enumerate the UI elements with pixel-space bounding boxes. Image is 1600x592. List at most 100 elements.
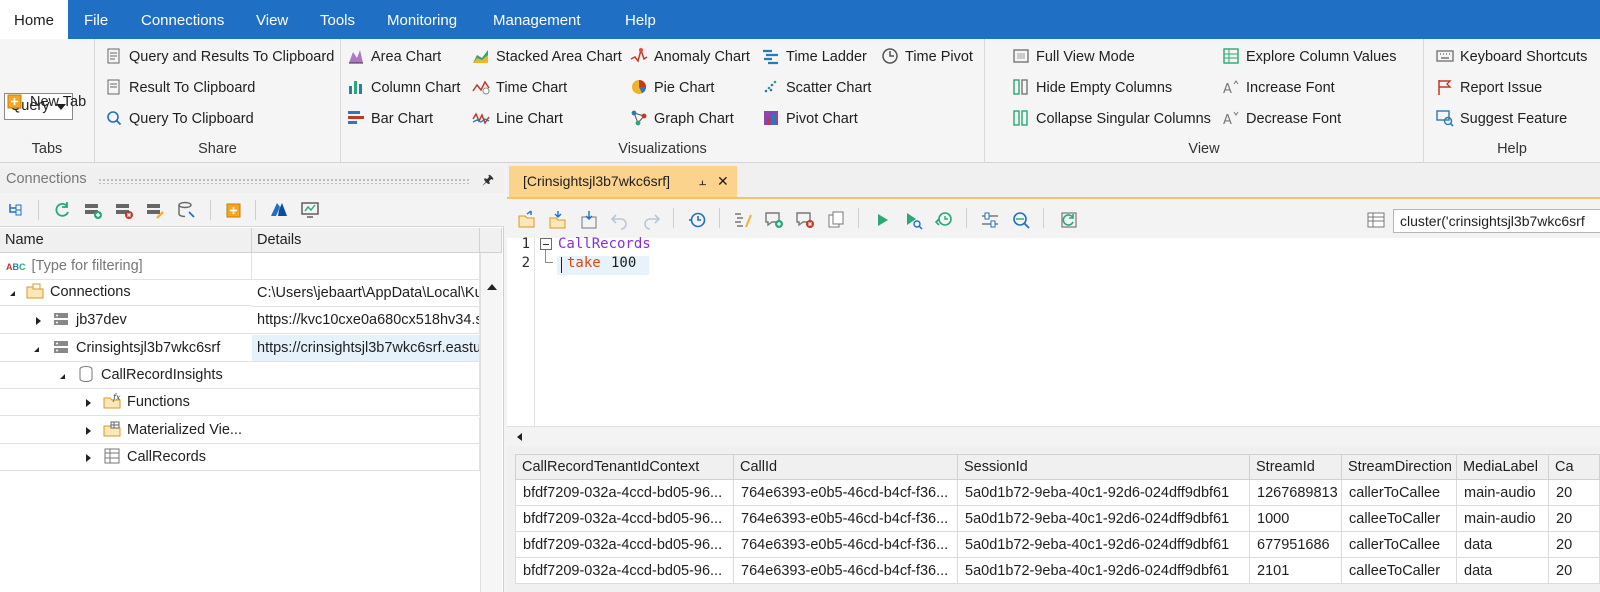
expander-open-icon[interactable]: [10, 291, 15, 296]
time-chart-button[interactable]: Time Chart: [472, 75, 567, 101]
area-chart-button[interactable]: Area Chart: [347, 44, 441, 70]
result-cell[interactable]: 20: [1549, 532, 1600, 558]
keyboard-shortcuts-button[interactable]: Keyboard Shortcuts: [1436, 44, 1587, 70]
result-cell[interactable]: 764e6393-e0b5-46cd-b4cf-f36...: [734, 532, 958, 558]
edit-connection-icon[interactable]: [145, 200, 165, 220]
remove-connection-icon[interactable]: [114, 200, 134, 220]
result-cell[interactable]: 764e6393-e0b5-46cd-b4cf-f36...: [734, 558, 958, 584]
tree-node-database[interactable]: CallRecordInsights: [0, 362, 252, 389]
query-analyzer-icon[interactable]: [1011, 210, 1031, 230]
monitor-icon[interactable]: [300, 200, 320, 220]
result-cell[interactable]: calleeToCaller: [1342, 558, 1457, 584]
tree-node-functions[interactable]: fx Functions: [0, 389, 252, 416]
result-cell[interactable]: 677951686: [1250, 532, 1342, 558]
filter-details-cell[interactable]: [252, 253, 480, 280]
tab-close-icon[interactable]: ✕: [717, 166, 729, 197]
result-cell[interactable]: 5a0d1b72-9eba-40c1-92d6-024dff9dbf61: [958, 480, 1250, 506]
result-cell[interactable]: 764e6393-e0b5-46cd-b4cf-f36...: [734, 506, 958, 532]
column-header-name[interactable]: Name: [0, 228, 252, 253]
run-query-preview-icon[interactable]: [903, 210, 923, 230]
refresh-icon[interactable]: [52, 200, 72, 220]
result-cell[interactable]: data: [1457, 558, 1549, 584]
expander-open-icon[interactable]: [60, 374, 65, 379]
query-editor[interactable]: 1 2 CallRecords take 100: [507, 236, 1600, 426]
result-column-header[interactable]: SessionId: [958, 454, 1250, 480]
expander-closed-icon[interactable]: [36, 317, 41, 325]
editor-horizontal-scrollbar[interactable]: [507, 426, 1600, 446]
connection-properties-icon[interactable]: [176, 200, 196, 220]
result-cell[interactable]: calleeToCaller: [1342, 506, 1457, 532]
format-query-icon[interactable]: [733, 210, 753, 230]
pie-chart-button[interactable]: Pie Chart: [630, 75, 714, 101]
line-chart-button[interactable]: Line Chart: [472, 106, 563, 132]
bar-chart-button[interactable]: Bar Chart: [347, 106, 433, 132]
menu-tools[interactable]: Tools: [308, 0, 367, 39]
recall-results-icon[interactable]: [934, 210, 954, 230]
remove-comment-icon[interactable]: [795, 210, 815, 230]
result-cell[interactable]: bfdf7209-032a-4ccd-bd05-96...: [515, 480, 734, 506]
anomaly-chart-button[interactable]: Anomaly Chart: [630, 44, 750, 70]
copy-icon[interactable]: [826, 210, 846, 230]
pivot-chart-button[interactable]: Pivot Chart: [762, 106, 858, 132]
add-comment-icon[interactable]: [764, 210, 784, 230]
history-icon[interactable]: [687, 210, 707, 230]
result-cell[interactable]: bfdf7209-032a-4ccd-bd05-96...: [515, 558, 734, 584]
query-parameters-icon[interactable]: [980, 210, 1000, 230]
scroll-up-icon[interactable]: [487, 284, 497, 290]
decrease-font-button[interactable]: A Decrease Font: [1222, 106, 1341, 132]
menu-file[interactable]: File: [72, 0, 120, 39]
result-cell[interactable]: 5a0d1b72-9eba-40c1-92d6-024dff9dbf61: [958, 532, 1250, 558]
expander-closed-icon[interactable]: [86, 454, 91, 462]
filter-row[interactable]: ABC [Type for filtering]: [0, 253, 252, 280]
suggest-feature-button[interactable]: Suggest Feature: [1436, 106, 1567, 132]
menu-management[interactable]: Management: [481, 0, 593, 39]
result-column-header[interactable]: CallId: [734, 454, 958, 480]
azure-icon[interactable]: [269, 200, 289, 220]
result-cell[interactable]: data: [1457, 532, 1549, 558]
add-connection-icon[interactable]: [83, 200, 103, 220]
result-column-header[interactable]: StreamId: [1250, 454, 1342, 480]
graph-chart-button[interactable]: Graph Chart: [630, 106, 734, 132]
query-tab[interactable]: [Crinsightsjl3b7wkc6srf] ⫠ ✕: [509, 166, 737, 197]
new-tab-button[interactable]: New Tab: [6, 89, 86, 115]
result-cell[interactable]: 1267689813: [1250, 480, 1342, 506]
result-cell[interactable]: 5a0d1b72-9eba-40c1-92d6-024dff9dbf61: [958, 558, 1250, 584]
report-issue-button[interactable]: Report Issue: [1436, 75, 1542, 101]
result-cell[interactable]: bfdf7209-032a-4ccd-bd05-96...: [515, 506, 734, 532]
result-cell[interactable]: 5a0d1b72-9eba-40c1-92d6-024dff9dbf61: [958, 506, 1250, 532]
menu-monitoring[interactable]: Monitoring: [375, 0, 469, 39]
query-and-results-to-clipboard-button[interactable]: Query and Results To Clipboard: [105, 44, 334, 70]
scroll-left-icon[interactable]: [517, 433, 522, 441]
result-column-header[interactable]: CallRecordTenantIdContext: [515, 454, 734, 480]
result-column-header[interactable]: StreamDirection: [1342, 454, 1457, 480]
tab-pin-icon[interactable]: ⫠: [699, 166, 706, 197]
result-to-clipboard-button[interactable]: Result To Clipboard: [105, 75, 255, 101]
run-query-icon[interactable]: [872, 210, 892, 230]
expander-closed-icon[interactable]: [86, 427, 91, 435]
collapse-singular-columns-button[interactable]: Collapse Singular Columns: [1012, 106, 1211, 132]
column-chart-button[interactable]: Column Chart: [347, 75, 460, 101]
cluster-scope-input[interactable]: cluster('crinsightsjl3b7wkc6srf: [1393, 209, 1600, 233]
tree-node-connections[interactable]: Connections: [0, 279, 252, 306]
fold-collapse-icon[interactable]: [540, 238, 552, 250]
full-view-mode-button[interactable]: Full View Mode: [1012, 44, 1135, 70]
time-pivot-button[interactable]: Time Pivot: [881, 44, 973, 70]
scatter-chart-button[interactable]: Scatter Chart: [762, 75, 871, 101]
stacked-area-chart-button[interactable]: Stacked Area Chart: [472, 44, 622, 70]
result-cell[interactable]: 764e6393-e0b5-46cd-b4cf-f36...: [734, 480, 958, 506]
save-icon[interactable]: [548, 210, 568, 230]
query-to-clipboard-button[interactable]: Query To Clipboard: [105, 106, 254, 132]
new-query-tab-icon[interactable]: [224, 200, 244, 220]
menu-connections[interactable]: Connections: [129, 0, 236, 39]
open-file-icon[interactable]: [517, 210, 537, 230]
menu-help[interactable]: Help: [613, 0, 668, 39]
tree-node-callrecords-table[interactable]: CallRecords: [0, 444, 252, 471]
tree-node-crinsights-cluster[interactable]: Crinsightsjl3b7wkc6srf: [0, 335, 252, 362]
drag-grip[interactable]: [98, 178, 470, 184]
result-cell[interactable]: bfdf7209-032a-4ccd-bd05-96...: [515, 532, 734, 558]
expander-open-icon[interactable]: [34, 347, 39, 352]
tree-node-jb37dev[interactable]: jb37dev: [0, 307, 252, 334]
result-cell[interactable]: callerToCallee: [1342, 532, 1457, 558]
redo-icon[interactable]: [641, 210, 661, 230]
connection-tree-icon[interactable]: [6, 200, 26, 220]
